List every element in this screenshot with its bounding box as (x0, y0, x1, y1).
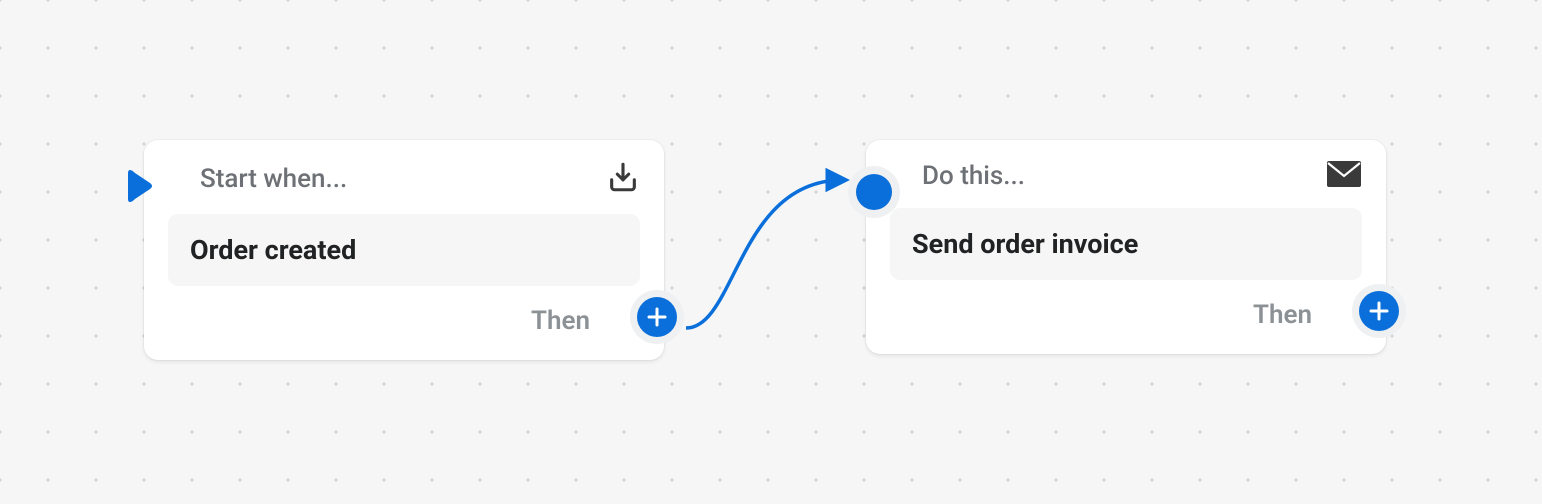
connector-arrow (668, 156, 868, 346)
action-content[interactable]: Send order invoice (890, 208, 1362, 280)
trigger-card[interactable]: Start when... Order created Then (144, 140, 664, 360)
action-card-header: Do this... (890, 160, 1362, 192)
trigger-then-label: Then (531, 306, 590, 336)
action-content-label: Send order invoice (912, 228, 1138, 260)
import-icon (606, 160, 640, 198)
action-card[interactable]: Do this... Send order invoice Then (866, 140, 1386, 354)
trigger-header-label: Start when... (168, 164, 347, 194)
trigger-content-label: Order created (190, 234, 356, 266)
add-step-button[interactable] (1352, 284, 1406, 338)
action-header-label: Do this... (890, 161, 1025, 191)
plus-icon (1359, 291, 1399, 331)
mail-icon (1326, 160, 1362, 192)
trigger-card-footer: Then (168, 306, 640, 336)
trigger-content[interactable]: Order created (168, 214, 640, 286)
action-then-label: Then (1253, 300, 1312, 330)
plus-icon (637, 297, 677, 337)
add-step-button[interactable] (630, 290, 684, 344)
input-marker-icon (848, 166, 900, 218)
action-card-footer: Then (890, 300, 1362, 330)
trigger-card-header: Start when... (168, 160, 640, 198)
